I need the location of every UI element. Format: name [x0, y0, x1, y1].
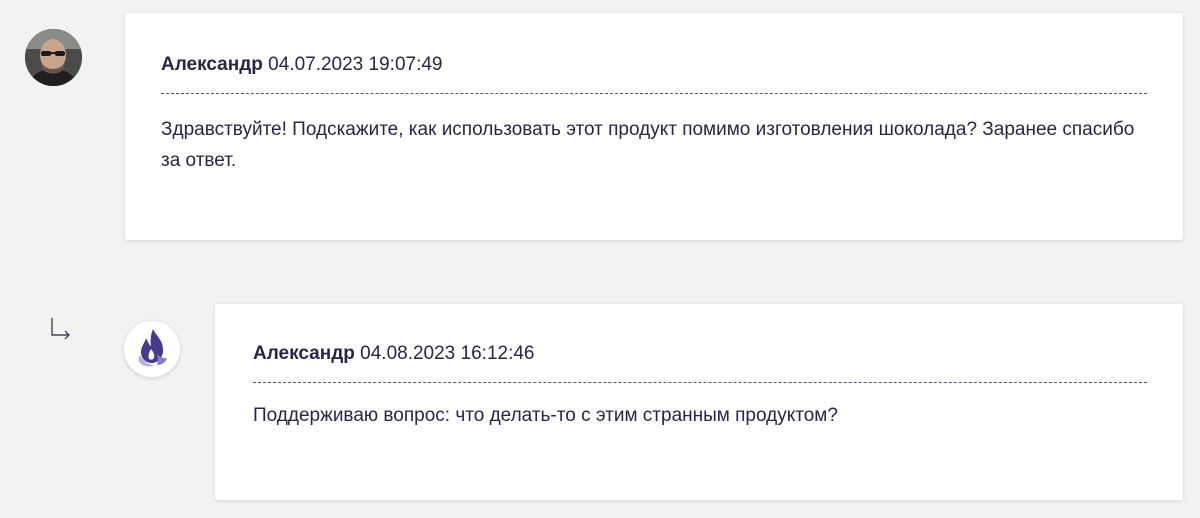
brand-flame-logo-icon [138, 329, 167, 367]
comment-author: Александр [253, 343, 355, 364]
comment-author: Александр [161, 54, 263, 75]
comment-text: Поддерживаю вопрос: что делать-то с этим… [253, 405, 838, 426]
comment-text: Здравствуйте! Подскажите, как использова… [161, 119, 1135, 171]
user-avatar-photo [25, 29, 82, 86]
comment-header: Александр 04.08.2023 16:12:46 [253, 342, 1147, 383]
reply-card: Александр 04.08.2023 16:12:46 Поддержива… [215, 304, 1183, 500]
avatar [124, 321, 180, 377]
comment-date: 04.08.2023 16:12:46 [360, 343, 535, 364]
comment-card: Александр 04.07.2023 19:07:49 Здравствуй… [125, 13, 1183, 240]
avatar [25, 29, 82, 86]
comment-header: Александр 04.07.2023 19:07:49 [161, 53, 1147, 94]
reply-arrow-icon [48, 316, 74, 342]
comment-date: 04.07.2023 19:07:49 [268, 54, 443, 75]
